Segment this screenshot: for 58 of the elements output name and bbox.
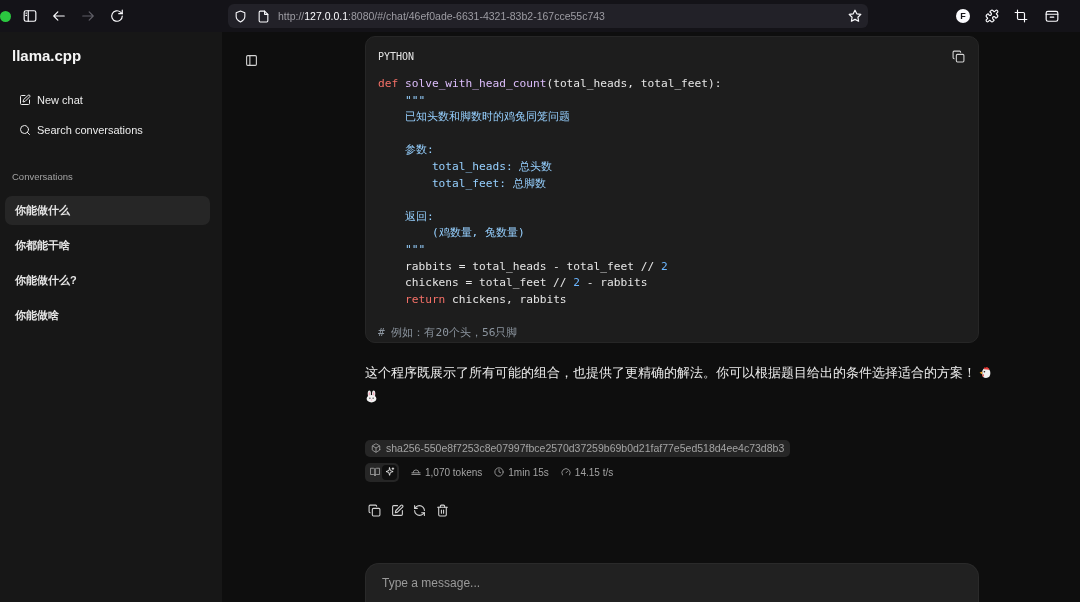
pencil-square-icon[interactable] (390, 503, 404, 517)
code-line: chickens = total_feet // 2 - rabbits (403, 275, 649, 292)
reload-icon[interactable] (110, 9, 124, 23)
code-line: rabbits = total_heads - total_feet // 2 (403, 258, 669, 275)
trash-icon[interactable] (435, 503, 449, 517)
tray-icon[interactable] (1045, 9, 1059, 23)
panel-icon[interactable] (245, 54, 258, 67)
speed-text: 14.15 t/s (574, 466, 614, 478)
profile-button[interactable]: F (956, 9, 970, 23)
code-line: 已知头数和脚数时的鸡兔同笼问题 (403, 109, 571, 126)
hash-text: sha256-550e8f7253c8e07997fbce2570d37259b69b0d21faf77e5ed518d4ee4c73d8b3 (386, 442, 785, 454)
puzzle-icon[interactable] (985, 9, 999, 23)
message-input[interactable]: Type a message... (365, 563, 979, 602)
refresh-icon[interactable] (413, 503, 426, 517)
code-line: 参数: (403, 142, 435, 159)
app-title: llama.cpp (12, 47, 83, 65)
code-line: total_heads: 总头数 (430, 158, 554, 175)
shield-icon[interactable] (234, 9, 247, 23)
code-line: """ (403, 241, 427, 258)
token-count: 1,070 tokens (425, 466, 483, 478)
code-language: PYTHON (378, 51, 415, 62)
answer-text: 这个程序既展示了所有可能的组合，也提供了更精确的解法。你可以根据题目给出的条件选择适合的方案！ (365, 365, 976, 380)
code-line: 返回: (403, 208, 435, 225)
conversation-item[interactable]: 你能做啥 (5, 301, 210, 330)
conversation-item[interactable]: 你能做什么 (5, 196, 210, 225)
code-line: (鸡数量, 兔数量) (430, 225, 526, 242)
window-dot-icon (0, 10, 11, 22)
code-line: return chickens, rabbits (403, 291, 568, 308)
new-chat-button[interactable]: New chat (0, 85, 89, 115)
code-line: """ (403, 92, 427, 109)
sidebar-icon[interactable] (23, 9, 37, 23)
back-icon[interactable] (52, 9, 66, 23)
duration-text: 1min 15s (508, 466, 549, 478)
pencil-square-icon (19, 94, 31, 106)
copy-icon[interactable] (952, 50, 965, 63)
page-icon (257, 9, 270, 23)
cube-icon (371, 443, 381, 453)
rabbit-icon (365, 389, 378, 403)
book-icon (369, 467, 380, 477)
search-button[interactable]: Search conversations (0, 115, 149, 145)
gauge-icon (560, 467, 571, 477)
code-line: # 例如：有20个头，56只脚 (378, 324, 519, 341)
url-text[interactable]: http://127.0.0.1:8080/#/chat/46ef0ade-6631-4321-83b2-167cce55c743 (278, 10, 605, 22)
crop-icon[interactable] (1014, 9, 1028, 23)
chicken-icon (979, 365, 992, 379)
star-icon[interactable] (848, 9, 862, 23)
code-line: total_feet: 总脚数 (430, 175, 547, 192)
clock-icon (494, 467, 505, 477)
search-icon (19, 124, 31, 136)
arc-lines-icon (411, 467, 421, 477)
sparkle-icon (384, 467, 395, 477)
code-line: def solve_with_head_count(total_heads, total_feet): (378, 76, 723, 92)
address-bar[interactable]: http://127.0.0.1:8080/#/chat/46ef0ade-6631-4321-83b2-167cce55c743 (228, 4, 868, 28)
view-toggle-button[interactable] (382, 464, 397, 480)
conversation-item[interactable]: 你能做什么? (5, 266, 210, 295)
conversation-item[interactable]: 你都能干啥 (5, 231, 210, 260)
copy-icon[interactable] (368, 503, 381, 517)
section-label: Conversations (12, 171, 74, 183)
